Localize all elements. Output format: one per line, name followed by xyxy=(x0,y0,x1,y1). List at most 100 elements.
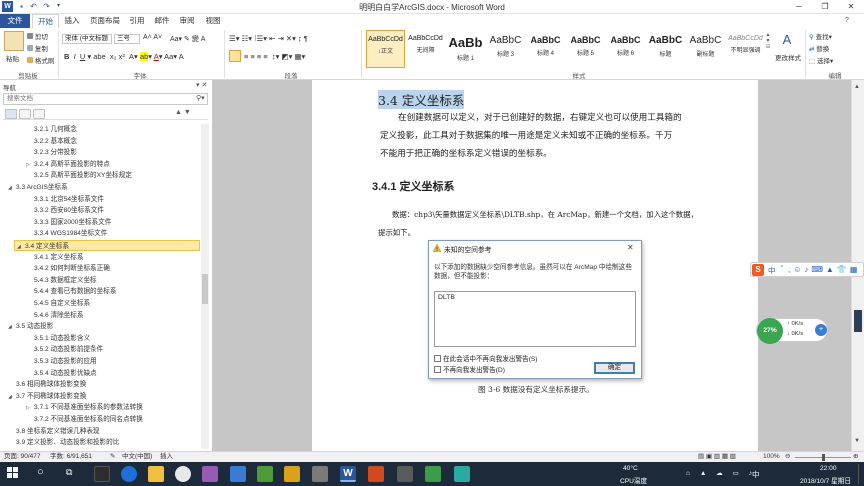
close-icon[interactable]: ✕ xyxy=(838,0,864,14)
headings-view-icon[interactable] xyxy=(5,109,17,119)
font-name-select[interactable]: 宋体 (中文标题 xyxy=(62,34,112,44)
search-icon[interactable]: ⚲▾ xyxy=(196,94,205,102)
insert-mode[interactable]: 插入 xyxy=(160,452,173,462)
select-button[interactable]: ⬚ 选择▾ xyxy=(809,55,833,65)
nav-search-input[interactable]: 搜索文档 xyxy=(3,93,208,105)
nav-heading-item[interactable]: ◢ 3.7 不同椭球体投影变换 xyxy=(8,391,86,402)
nav-heading-item[interactable]: 3.5.4 动态投影优缺点 xyxy=(18,368,97,379)
nav-heading-item[interactable]: 3.4.1 定义坐标系 xyxy=(18,252,83,263)
checkbox-box[interactable] xyxy=(434,355,441,362)
maximize-icon[interactable]: ❐ xyxy=(812,0,838,14)
sogou-logo-icon[interactable]: S xyxy=(752,264,764,276)
expand-toggle-icon[interactable]: ◢ xyxy=(8,322,16,333)
expand-toggle-icon[interactable]: ▷ xyxy=(26,160,34,171)
style-tile[interactable]: AaBbCcDd 无间隔 xyxy=(406,30,445,68)
style-tile[interactable]: AaBbC 副标题 xyxy=(686,30,725,68)
layer-list-item[interactable]: DLTB xyxy=(438,294,455,301)
app-icon[interactable] xyxy=(454,466,470,482)
expand-toggle-icon[interactable]: ▷ xyxy=(26,403,34,414)
nav-scroll-thumb[interactable] xyxy=(202,274,208,304)
nav-heading-item[interactable]: 3.3.2 西安80坐标系文件 xyxy=(18,205,104,216)
app-icon[interactable] xyxy=(284,466,300,482)
tab-insert[interactable]: 插入 xyxy=(60,14,84,28)
scroll-up-icon[interactable]: ▲ xyxy=(854,84,860,90)
nav-heading-item[interactable]: 3.5.2 动态投影前提条件 xyxy=(18,344,103,355)
app-icon[interactable] xyxy=(230,466,246,482)
nav-heading-item[interactable]: 3.2.2 基本概念 xyxy=(18,136,77,147)
cut-button[interactable]: 剪切 xyxy=(27,31,48,41)
pages-view-icon[interactable] xyxy=(19,109,31,119)
ok-button[interactable]: 确定 xyxy=(594,362,635,374)
ime-toolbar[interactable]: S 中 ﾟ,☺♪⌨▲👕▦ xyxy=(750,262,864,277)
app-icon[interactable] xyxy=(368,466,384,482)
paste-button[interactable]: 粘贴 xyxy=(6,53,19,63)
tab-view[interactable]: 视图 xyxy=(201,14,225,28)
alignment-icons[interactable]: ≡ ≡ ≡ ≡ ↕▾ ◩▾ ▦▾ xyxy=(244,52,305,61)
clock-time[interactable]: 22:00 xyxy=(820,465,837,472)
change-styles-button[interactable]: 更改样式 xyxy=(775,52,801,62)
nav-heading-item[interactable]: 5.4.5 自定义坐标系 xyxy=(18,298,90,309)
folder-icon[interactable] xyxy=(148,466,164,482)
paste-icon[interactable] xyxy=(4,31,24,51)
style-tile[interactable]: AaBbCcDd 不明显强调 xyxy=(726,30,765,68)
change-case-icon[interactable]: Aa▾ ✎ 變 A xyxy=(170,34,205,44)
nav-heading-item[interactable]: ◢ 3.3 ArcGIS坐标系 xyxy=(8,182,68,193)
zoom-level[interactable]: 100% xyxy=(763,452,780,462)
nav-heading-item[interactable]: 3.2.1 几何概念 xyxy=(18,124,77,135)
nav-heading-item[interactable]: 3.5.3 动态投影的应用 xyxy=(18,356,97,367)
ime-tool-icons[interactable]: ﾟ,☺♪⌨▲👕▦ xyxy=(781,264,860,275)
help-icon[interactable]: ? xyxy=(845,17,849,24)
list-icons[interactable]: ☰▾ ☷▾ ⁝☰▾ ⇤ ⇥ ✕▾ ↕ ¶ xyxy=(229,34,308,43)
dialog-close-icon[interactable]: ✕ xyxy=(627,243,634,252)
nav-heading-item[interactable]: 3.6 相同椭球体投影变换 xyxy=(8,379,86,390)
nav-heading-item[interactable]: 3.7.2 不同基准面坐标系的同名点转换 xyxy=(18,414,143,425)
word-taskbar-icon[interactable]: W xyxy=(340,466,356,482)
edge-icon[interactable] xyxy=(121,466,137,482)
tab-file[interactable]: 文件 xyxy=(0,14,30,28)
search-icon[interactable]: ○ xyxy=(37,466,44,478)
nav-close-icon[interactable]: ▾ ✕ xyxy=(196,81,207,89)
find-button[interactable]: ⚲ 查找▾ xyxy=(809,31,832,41)
nav-prev-next-icons[interactable]: ▲ ▼ xyxy=(175,109,191,116)
language[interactable]: 中文(中国) xyxy=(122,452,152,462)
zoom-in-icon[interactable]: ⊕ xyxy=(853,452,858,462)
zoom-out-icon[interactable]: ⊖ xyxy=(785,452,790,462)
nav-heading-item[interactable]: 5.4.3 数据框定义坐标 xyxy=(18,275,97,286)
app-icon[interactable] xyxy=(257,466,273,482)
style-tile[interactable]: AaBbC 标题 xyxy=(646,30,685,68)
style-tile[interactable]: AaBbC 标题 6 xyxy=(606,30,645,68)
ime-indicator[interactable]: 中 xyxy=(752,469,760,480)
results-view-icon[interactable] xyxy=(33,109,45,119)
no-warn-ever-checkbox[interactable]: 不再向我发出警告(D) xyxy=(434,364,505,374)
network-speed-widget[interactable]: 27% ↑ 0K/s ↓ 0K/s + xyxy=(756,318,828,344)
nav-scrollbar[interactable] xyxy=(201,124,209,449)
nav-heading-item[interactable]: ◢ 3.5 动态投影 xyxy=(8,321,53,332)
scroll-thumb[interactable] xyxy=(854,310,862,332)
app-icon[interactable] xyxy=(397,466,413,482)
start-icon[interactable] xyxy=(7,467,19,479)
nav-heading-item[interactable]: ▷ 3.2.4 高斯平面投影的特点 xyxy=(18,159,110,170)
format-painter-button[interactable]: 格式刷 xyxy=(27,55,54,65)
nav-heading-item[interactable]: 3.3.4 WGS1984坐标文件 xyxy=(18,228,107,239)
tab-review[interactable]: 审阅 xyxy=(176,14,198,28)
copy-button[interactable]: 复制 xyxy=(27,43,48,53)
style-tile[interactable]: AaBb 标题 1 xyxy=(446,30,485,68)
task-view-icon[interactable]: ⧉ xyxy=(66,467,72,478)
clock-date[interactable]: 2018/10/7 星期日 xyxy=(800,475,851,485)
nav-heading-item[interactable]: 3.3.1 北京54坐标系文件 xyxy=(18,194,104,205)
nav-heading-item[interactable]: 3.2.3 分带投影 xyxy=(18,147,77,158)
layer-list[interactable]: DLTB xyxy=(434,291,636,347)
align-left-icon[interactable] xyxy=(229,50,241,62)
checkbox-box[interactable] xyxy=(434,366,441,373)
app-icon[interactable] xyxy=(94,466,110,482)
app-icon[interactable] xyxy=(312,466,328,482)
tab-mailings[interactable]: 邮件 xyxy=(151,14,173,28)
styles-scroll-icon[interactable]: ▲ ▼ ⊟ xyxy=(764,32,772,68)
boost-icon[interactable]: + xyxy=(815,324,827,336)
spellcheck-icon[interactable]: ✎ xyxy=(110,452,115,462)
page-count[interactable]: 页面: 90/477 xyxy=(4,452,41,462)
nav-heading-item[interactable]: 5.4.4 查看已有数据的坐标系 xyxy=(18,286,116,297)
tray-icons[interactable]: ⌂ ▲ ☁ ▭ ♪ xyxy=(686,469,756,477)
replace-button[interactable]: ⇄ 替换 xyxy=(809,43,829,53)
style-tile[interactable]: AaBbC 标题 5 xyxy=(566,30,605,68)
